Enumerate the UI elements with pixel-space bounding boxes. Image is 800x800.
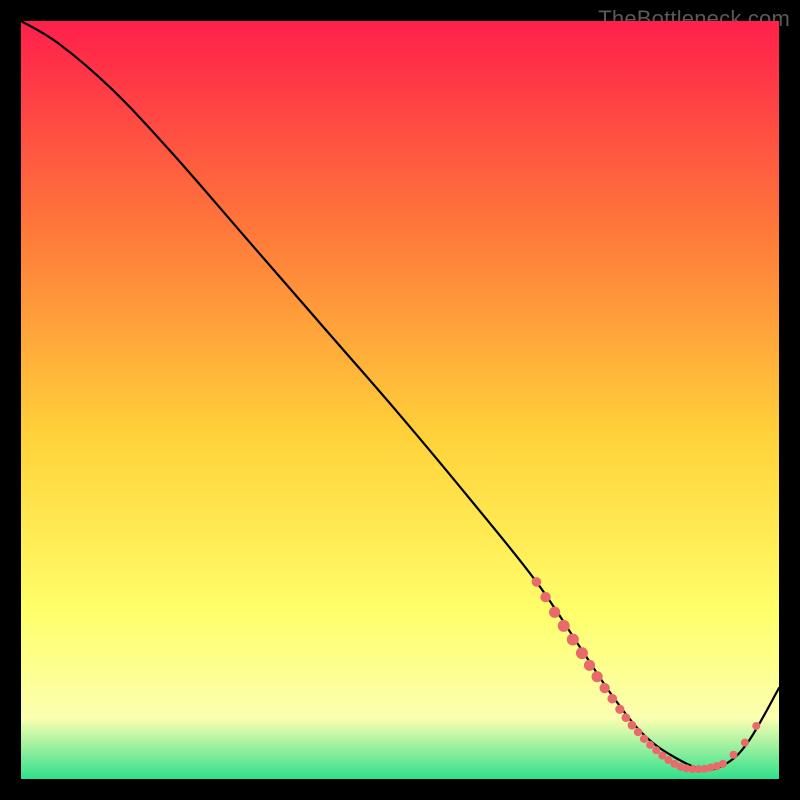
marker-dot xyxy=(752,722,760,730)
marker-dot xyxy=(621,713,630,722)
marker-dot xyxy=(719,760,727,768)
marker-dot xyxy=(584,660,595,671)
marker-dot xyxy=(741,739,749,747)
marker-dot xyxy=(540,592,550,602)
marker-dot xyxy=(558,620,570,632)
marker-dot xyxy=(532,577,542,587)
marker-dot xyxy=(634,728,642,736)
marker-dot xyxy=(599,683,609,693)
gradient-background xyxy=(21,21,779,779)
marker-dot xyxy=(640,735,648,743)
marker-dot xyxy=(607,694,617,704)
marker-dot xyxy=(615,705,624,714)
chart-frame: TheBottleneck.com xyxy=(0,0,800,800)
marker-dot xyxy=(591,671,602,682)
marker-dot xyxy=(730,751,738,759)
marker-dot xyxy=(628,721,637,730)
marker-dot xyxy=(567,634,579,646)
plot-area xyxy=(21,21,779,779)
marker-dot xyxy=(646,741,654,749)
marker-dot xyxy=(576,647,588,659)
marker-dot xyxy=(652,746,660,754)
chart-svg xyxy=(21,21,779,779)
marker-dot xyxy=(549,607,560,618)
